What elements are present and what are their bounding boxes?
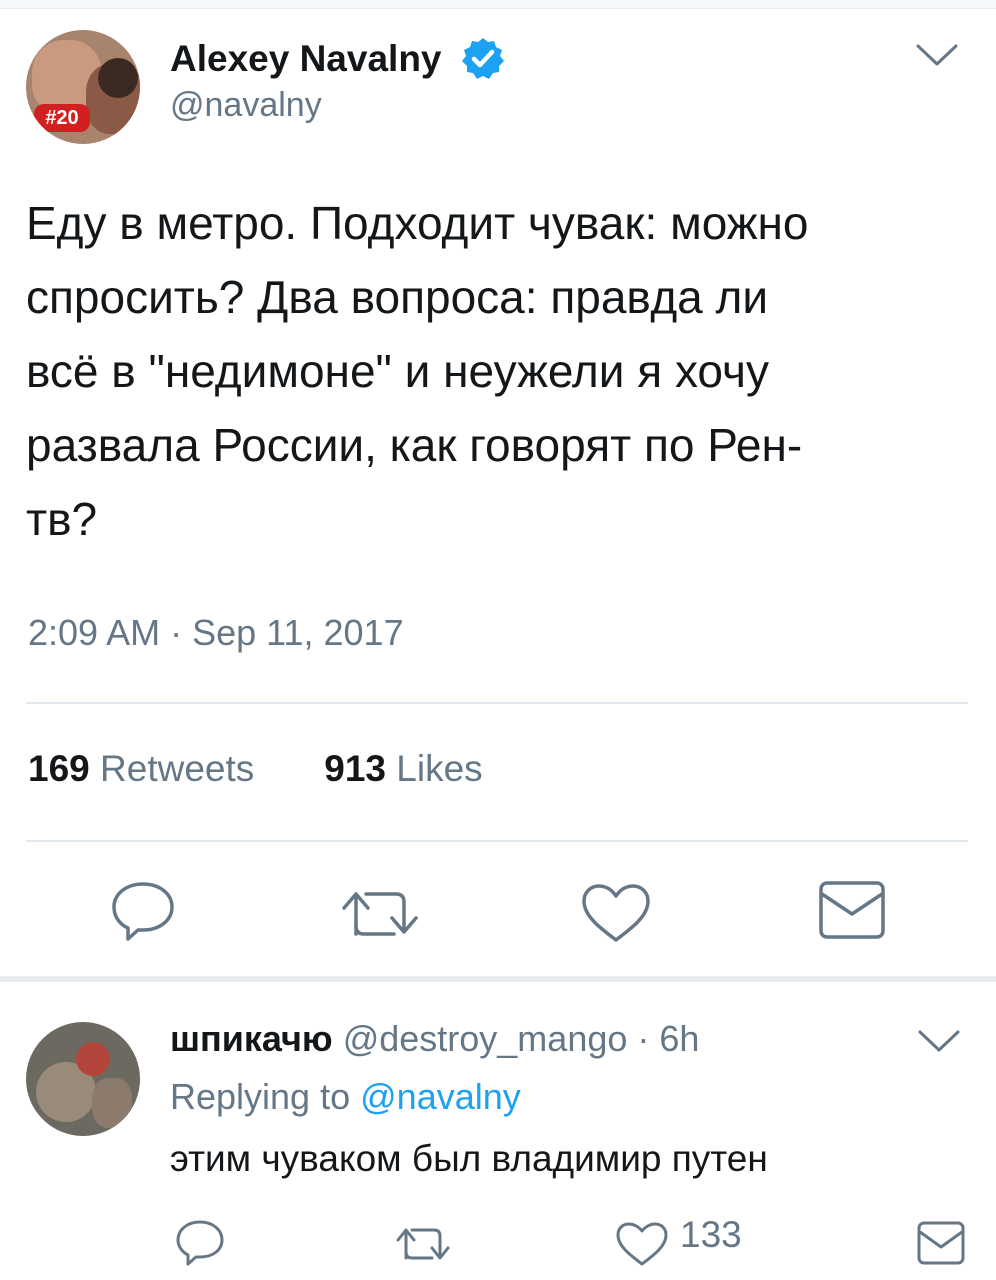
divider bbox=[26, 840, 968, 842]
author-name[interactable]: Alexey Navalny bbox=[170, 38, 442, 80]
chevron-down-icon[interactable] bbox=[912, 40, 962, 70]
tweet-timestamp[interactable]: 2:09 AM · Sep 11, 2017 bbox=[28, 612, 404, 654]
retweet-icon[interactable] bbox=[394, 1224, 452, 1264]
reply-author-avatar[interactable] bbox=[26, 1022, 140, 1136]
envelope-icon[interactable] bbox=[818, 880, 886, 940]
section-separator bbox=[0, 976, 996, 982]
verified-badge-icon bbox=[462, 38, 504, 79]
retweet-icon[interactable] bbox=[338, 886, 422, 940]
reply-like-count: 133 bbox=[680, 1214, 742, 1255]
heart-icon[interactable] bbox=[614, 1220, 670, 1268]
reply-icon[interactable] bbox=[108, 878, 178, 944]
reply-icon[interactable] bbox=[174, 1218, 226, 1268]
reply-text: этим чуваком был владимир путен bbox=[170, 1138, 768, 1179]
reply-header: шпикачю @destroy_mango · 6h bbox=[170, 1018, 699, 1060]
top-edge bbox=[0, 0, 996, 9]
author-avatar[interactable]: #20 bbox=[26, 30, 140, 144]
replying-to: Replying to @navalny bbox=[170, 1076, 521, 1117]
tweet-stats: 169 Retweets 913 Likes bbox=[28, 748, 483, 790]
reply-author-name[interactable]: шпикачю bbox=[170, 1018, 333, 1059]
envelope-icon[interactable] bbox=[916, 1220, 966, 1266]
retweets-stat[interactable]: 169 Retweets bbox=[28, 748, 254, 789]
divider bbox=[26, 702, 968, 704]
tweet-text: Еду в метро. Подходит чувак: можно спрос… bbox=[26, 197, 809, 545]
reply-time[interactable]: · 6h bbox=[637, 1018, 699, 1059]
reply-author-handle[interactable]: @destroy_mango bbox=[343, 1018, 628, 1059]
chevron-down-icon[interactable] bbox=[914, 1026, 964, 1056]
heart-icon[interactable] bbox=[580, 882, 652, 944]
author-handle[interactable]: @navalny bbox=[170, 86, 322, 125]
replying-to-link[interactable]: @navalny bbox=[360, 1076, 521, 1117]
avatar-badge: #20 bbox=[34, 104, 90, 132]
likes-stat[interactable]: 913 Likes bbox=[324, 748, 482, 789]
